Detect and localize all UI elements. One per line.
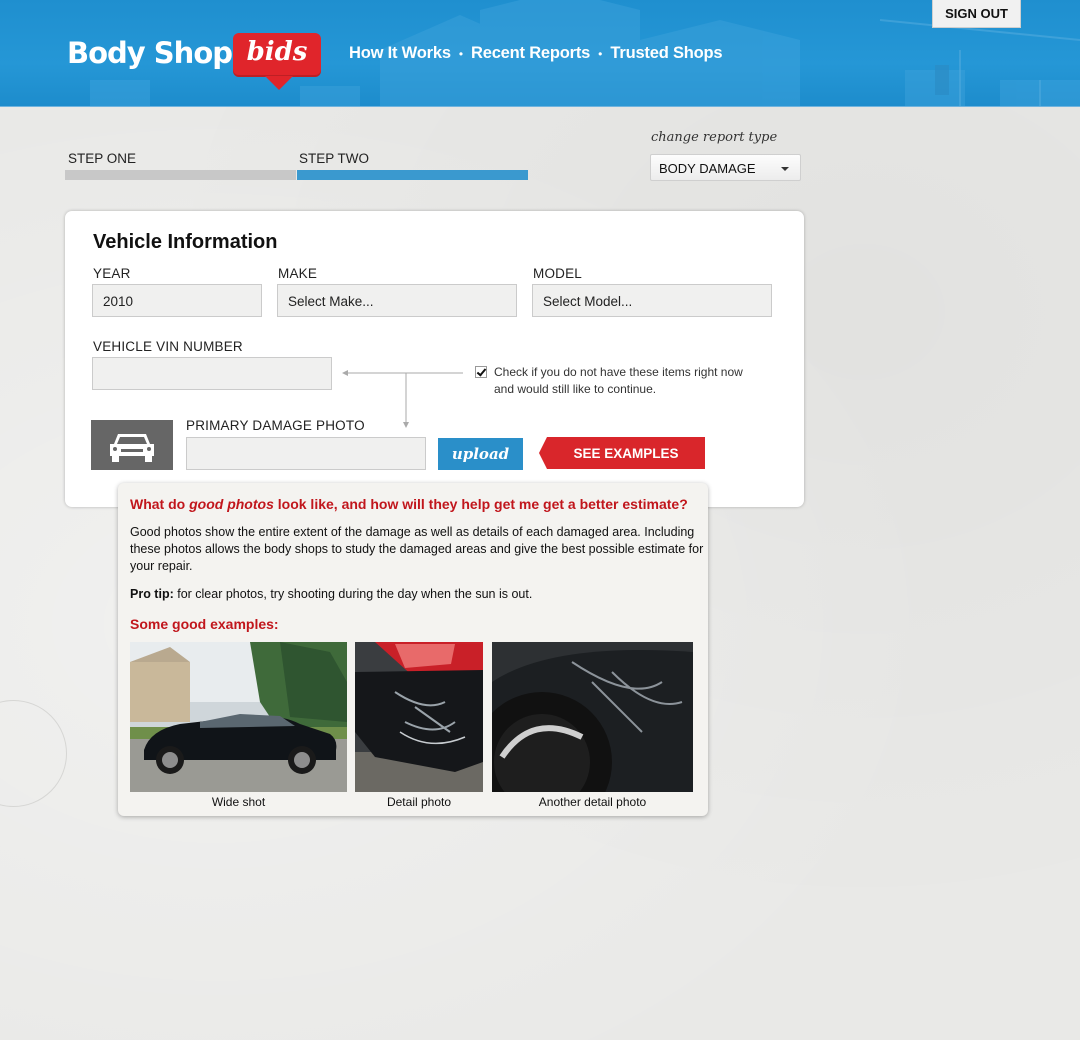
popup-question-emphasis: good photos (189, 496, 274, 512)
year-value: 2010 (103, 294, 134, 309)
popup-question-post: look like, and how will they help get me… (273, 496, 688, 512)
pro-tip-text: for clear photos, try shooting during th… (173, 587, 533, 601)
pro-tip-label: Pro tip: (130, 587, 174, 601)
vehicle-info-card: Vehicle Information YEAR 2010 MAKE Selec… (65, 211, 804, 507)
logo-text[interactable]: Body Shop (67, 36, 233, 70)
caption-wide-shot: Wide shot (211, 795, 266, 809)
make-placeholder: Select Make... (288, 294, 374, 309)
logo-badge-text: bids (246, 37, 308, 67)
popup-body-text: Good photos show the entire extent of th… (130, 525, 704, 573)
logo-badge[interactable]: bids (233, 33, 321, 90)
nav-trusted-shops[interactable]: Trusted Shops (610, 44, 722, 63)
no-items-checkbox[interactable] (475, 366, 487, 378)
report-type-label: change report type (651, 130, 778, 145)
no-items-checkbox-label: Check if you do not have these items rig… (494, 365, 743, 396)
nav-separator: • (458, 46, 464, 61)
popup-question: What do good photos look like, and how w… (130, 496, 688, 512)
step-one-progress-bar (65, 170, 296, 180)
nav-how-it-works[interactable]: How It Works (349, 44, 451, 63)
caption-detail-photo: Detail photo (386, 795, 452, 809)
example-photo-wide-shot (130, 642, 347, 792)
caret-down-icon (781, 167, 789, 171)
main-nav: How It Works • Recent Reports • Trusted … (349, 44, 723, 63)
report-type-select[interactable]: BODY DAMAGE (650, 154, 801, 181)
examples-heading: Some good examples: (130, 616, 279, 632)
model-label: MODEL (533, 266, 583, 281)
vin-label: VEHICLE VIN NUMBER (93, 339, 243, 354)
caption-another-detail: Another detail photo (538, 795, 647, 809)
site-header: Body Shop bids How It Works • Recent Rep… (0, 0, 1080, 107)
year-label: YEAR (93, 266, 131, 281)
see-examples-label: SEE EXAMPLES (573, 446, 679, 461)
upload-button[interactable]: upload (438, 438, 523, 470)
model-placeholder: Select Model... (543, 294, 633, 309)
example-photo-detail (355, 642, 483, 792)
card-title: Vehicle Information (93, 231, 278, 253)
popup-pro-tip: Pro tip: for clear photos, try shooting … (130, 587, 532, 601)
model-select[interactable]: Select Model... (532, 284, 772, 317)
nav-separator: • (598, 46, 603, 61)
examples-popup: What do good photos look like, and how w… (118, 483, 708, 816)
step-one-label: STEP ONE (68, 151, 137, 166)
car-icon (91, 420, 173, 470)
make-select[interactable]: Select Make... (277, 284, 517, 317)
primary-photo-label: PRIMARY DAMAGE PHOTO (186, 418, 365, 433)
report-type-value: BODY DAMAGE (659, 161, 756, 176)
make-label: MAKE (278, 266, 318, 281)
year-field[interactable]: 2010 (92, 284, 262, 317)
vin-input[interactable] (92, 357, 332, 390)
step-two-label: STEP TWO (299, 151, 370, 166)
see-examples-button[interactable]: SEE EXAMPLES (539, 437, 705, 469)
sign-out-button[interactable]: SIGN OUT (932, 0, 1021, 28)
nav-recent-reports[interactable]: Recent Reports (471, 44, 590, 63)
example-photo-another-detail (492, 642, 693, 792)
popup-question-pre: What do (130, 496, 190, 512)
step-two-progress-bar (297, 170, 528, 180)
primary-photo-input[interactable] (186, 437, 426, 470)
